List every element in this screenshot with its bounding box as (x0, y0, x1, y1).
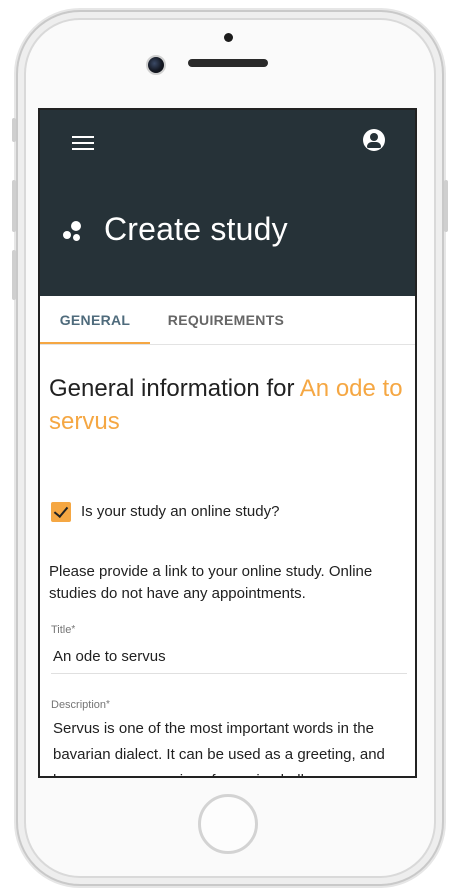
earpiece-speaker (188, 59, 268, 67)
dots-logo-icon (60, 217, 86, 243)
mute-switch (12, 118, 16, 142)
menu-icon[interactable] (72, 133, 94, 153)
app-bar: Create study (40, 110, 415, 296)
online-study-info: Please provide a link to your online stu… (49, 563, 373, 602)
tab-requirements[interactable]: REQUIREMENTS (152, 296, 300, 344)
tab-bar: GENERAL REQUIREMENTS (40, 296, 415, 345)
required-mark: * (106, 699, 110, 710)
app-screen: Create study GENERAL REQUIREMENTS Genera… (38, 108, 417, 778)
tab-general[interactable]: GENERAL (40, 296, 150, 344)
heading-prefix: General information for (49, 375, 300, 402)
account-circle-icon[interactable] (363, 129, 385, 151)
proximity-sensor (224, 33, 233, 42)
volume-down-button (12, 250, 16, 300)
description-label-text: Description (51, 699, 107, 711)
description-field[interactable]: Servus is one of the most important word… (51, 716, 407, 776)
title-field-label: Title* (51, 624, 75, 636)
page-title: Create study (104, 211, 288, 247)
required-mark: * (71, 624, 76, 635)
online-study-label: Is your study an online study? (81, 503, 280, 520)
volume-up-button (12, 180, 16, 232)
title-field[interactable] (51, 643, 407, 674)
check-icon (53, 502, 69, 519)
form-heading: General information for An ode to servus (49, 372, 409, 438)
front-camera (146, 55, 166, 75)
power-button (444, 180, 448, 232)
home-button[interactable] (198, 794, 258, 854)
title-label-text: Title (51, 624, 72, 636)
description-field-label: Description* (51, 699, 110, 711)
online-study-checkbox[interactable] (51, 502, 71, 522)
